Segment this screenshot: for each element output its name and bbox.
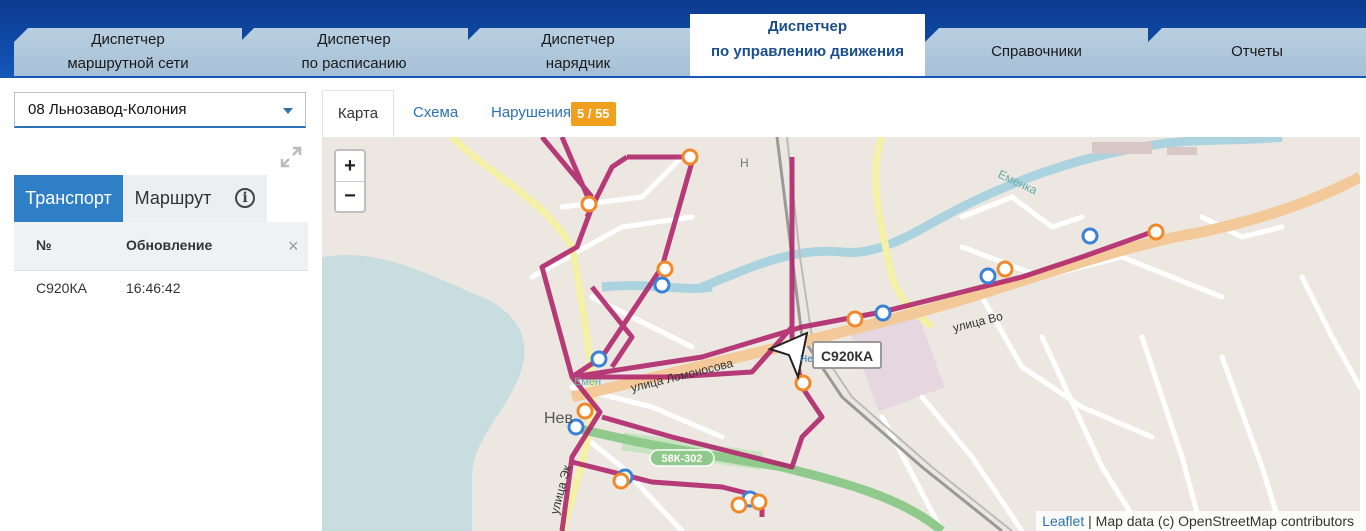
tab-violations[interactable]: Нарушения	[491, 90, 571, 136]
place-label: Н	[740, 156, 749, 170]
road-code-label: 58К-302	[662, 453, 703, 465]
tab-route-network-dispatcher[interactable]: Диспетчер маршрутной сети	[14, 28, 242, 76]
table-header: № Обновление ×	[14, 222, 308, 271]
leaflet-link[interactable]: Leaflet	[1042, 513, 1084, 529]
tab-schedule-dispatcher[interactable]: Диспетчер по расписанию	[240, 28, 468, 76]
tab-info[interactable]: i	[223, 175, 267, 222]
map-attribution: Leaflet | Map data (c) OpenStreetMap con…	[1036, 511, 1360, 531]
info-icon: i	[235, 188, 255, 208]
tab-references[interactable]: Справочники	[925, 28, 1148, 76]
chevron-down-icon	[283, 108, 293, 114]
header-update: Обновление	[126, 237, 213, 253]
view-tabs: Карта Схема Нарушения 5 / 55	[322, 90, 1360, 138]
attribution-text: | Map data (c) OpenStreetMap contributor…	[1084, 513, 1354, 529]
map-view[interactable]: улица Ломоносова улица Во улица Эк Еменк…	[322, 137, 1360, 531]
street-label: улица Во	[951, 309, 1004, 335]
tab-map[interactable]: Карта	[322, 90, 394, 137]
map-canvas: улица Ломоносова улица Во улица Эк Еменк…	[322, 137, 1360, 531]
tab-label: Отчеты	[1231, 43, 1283, 60]
tab-assignment-dispatcher[interactable]: Диспетчер нарядчик	[466, 28, 690, 76]
violations-badge: 5 / 55	[571, 102, 616, 126]
cell-num: С920КА	[36, 280, 87, 296]
close-icon[interactable]: ×	[288, 236, 299, 257]
expand-icon[interactable]	[278, 144, 304, 170]
cell-update: 16:46:42	[126, 280, 181, 296]
tab-line2: маршрутной сети	[67, 55, 189, 72]
tab-traffic-dispatcher[interactable]: Диспетчер по управлению движения	[690, 14, 925, 76]
tab-line2: по управлению движения	[710, 43, 905, 60]
tab-line2: нарядчик	[545, 55, 611, 72]
tab-reports[interactable]: Отчеты	[1148, 28, 1366, 76]
tab-line1: Диспетчер	[317, 31, 391, 48]
tab-route[interactable]: Маршрут	[123, 175, 223, 222]
route-select[interactable]: 08 Льнозавод-Колония	[14, 92, 306, 128]
tab-line2: по расписанию	[301, 55, 407, 72]
route-select-value: 08 Льнозавод-Колония	[28, 101, 187, 118]
header-num: №	[36, 237, 52, 253]
vehicle-label[interactable]: С920КА	[812, 341, 882, 369]
tab-line1: Диспетчер	[91, 31, 165, 48]
left-panel: 08 Льнозавод-Колония Транспорт Маршрут i…	[0, 78, 322, 531]
tab-schema[interactable]: Схема	[413, 90, 458, 136]
table-row[interactable]: С920КА 16:46:42	[14, 271, 308, 307]
zoom-control: + −	[334, 149, 366, 213]
top-nav: Диспетчер маршрутной сети Диспетчер по р…	[0, 0, 1366, 78]
river-label: Емен	[574, 376, 601, 388]
town-label: Нев	[544, 410, 573, 427]
tab-transport[interactable]: Транспорт	[14, 175, 123, 222]
zoom-out-button[interactable]: −	[336, 181, 364, 211]
tab-line1: Диспетчер	[767, 18, 847, 35]
tab-line1: Диспетчер	[541, 31, 615, 48]
tab-label: Справочники	[991, 43, 1082, 60]
zoom-in-button[interactable]: +	[336, 151, 364, 182]
